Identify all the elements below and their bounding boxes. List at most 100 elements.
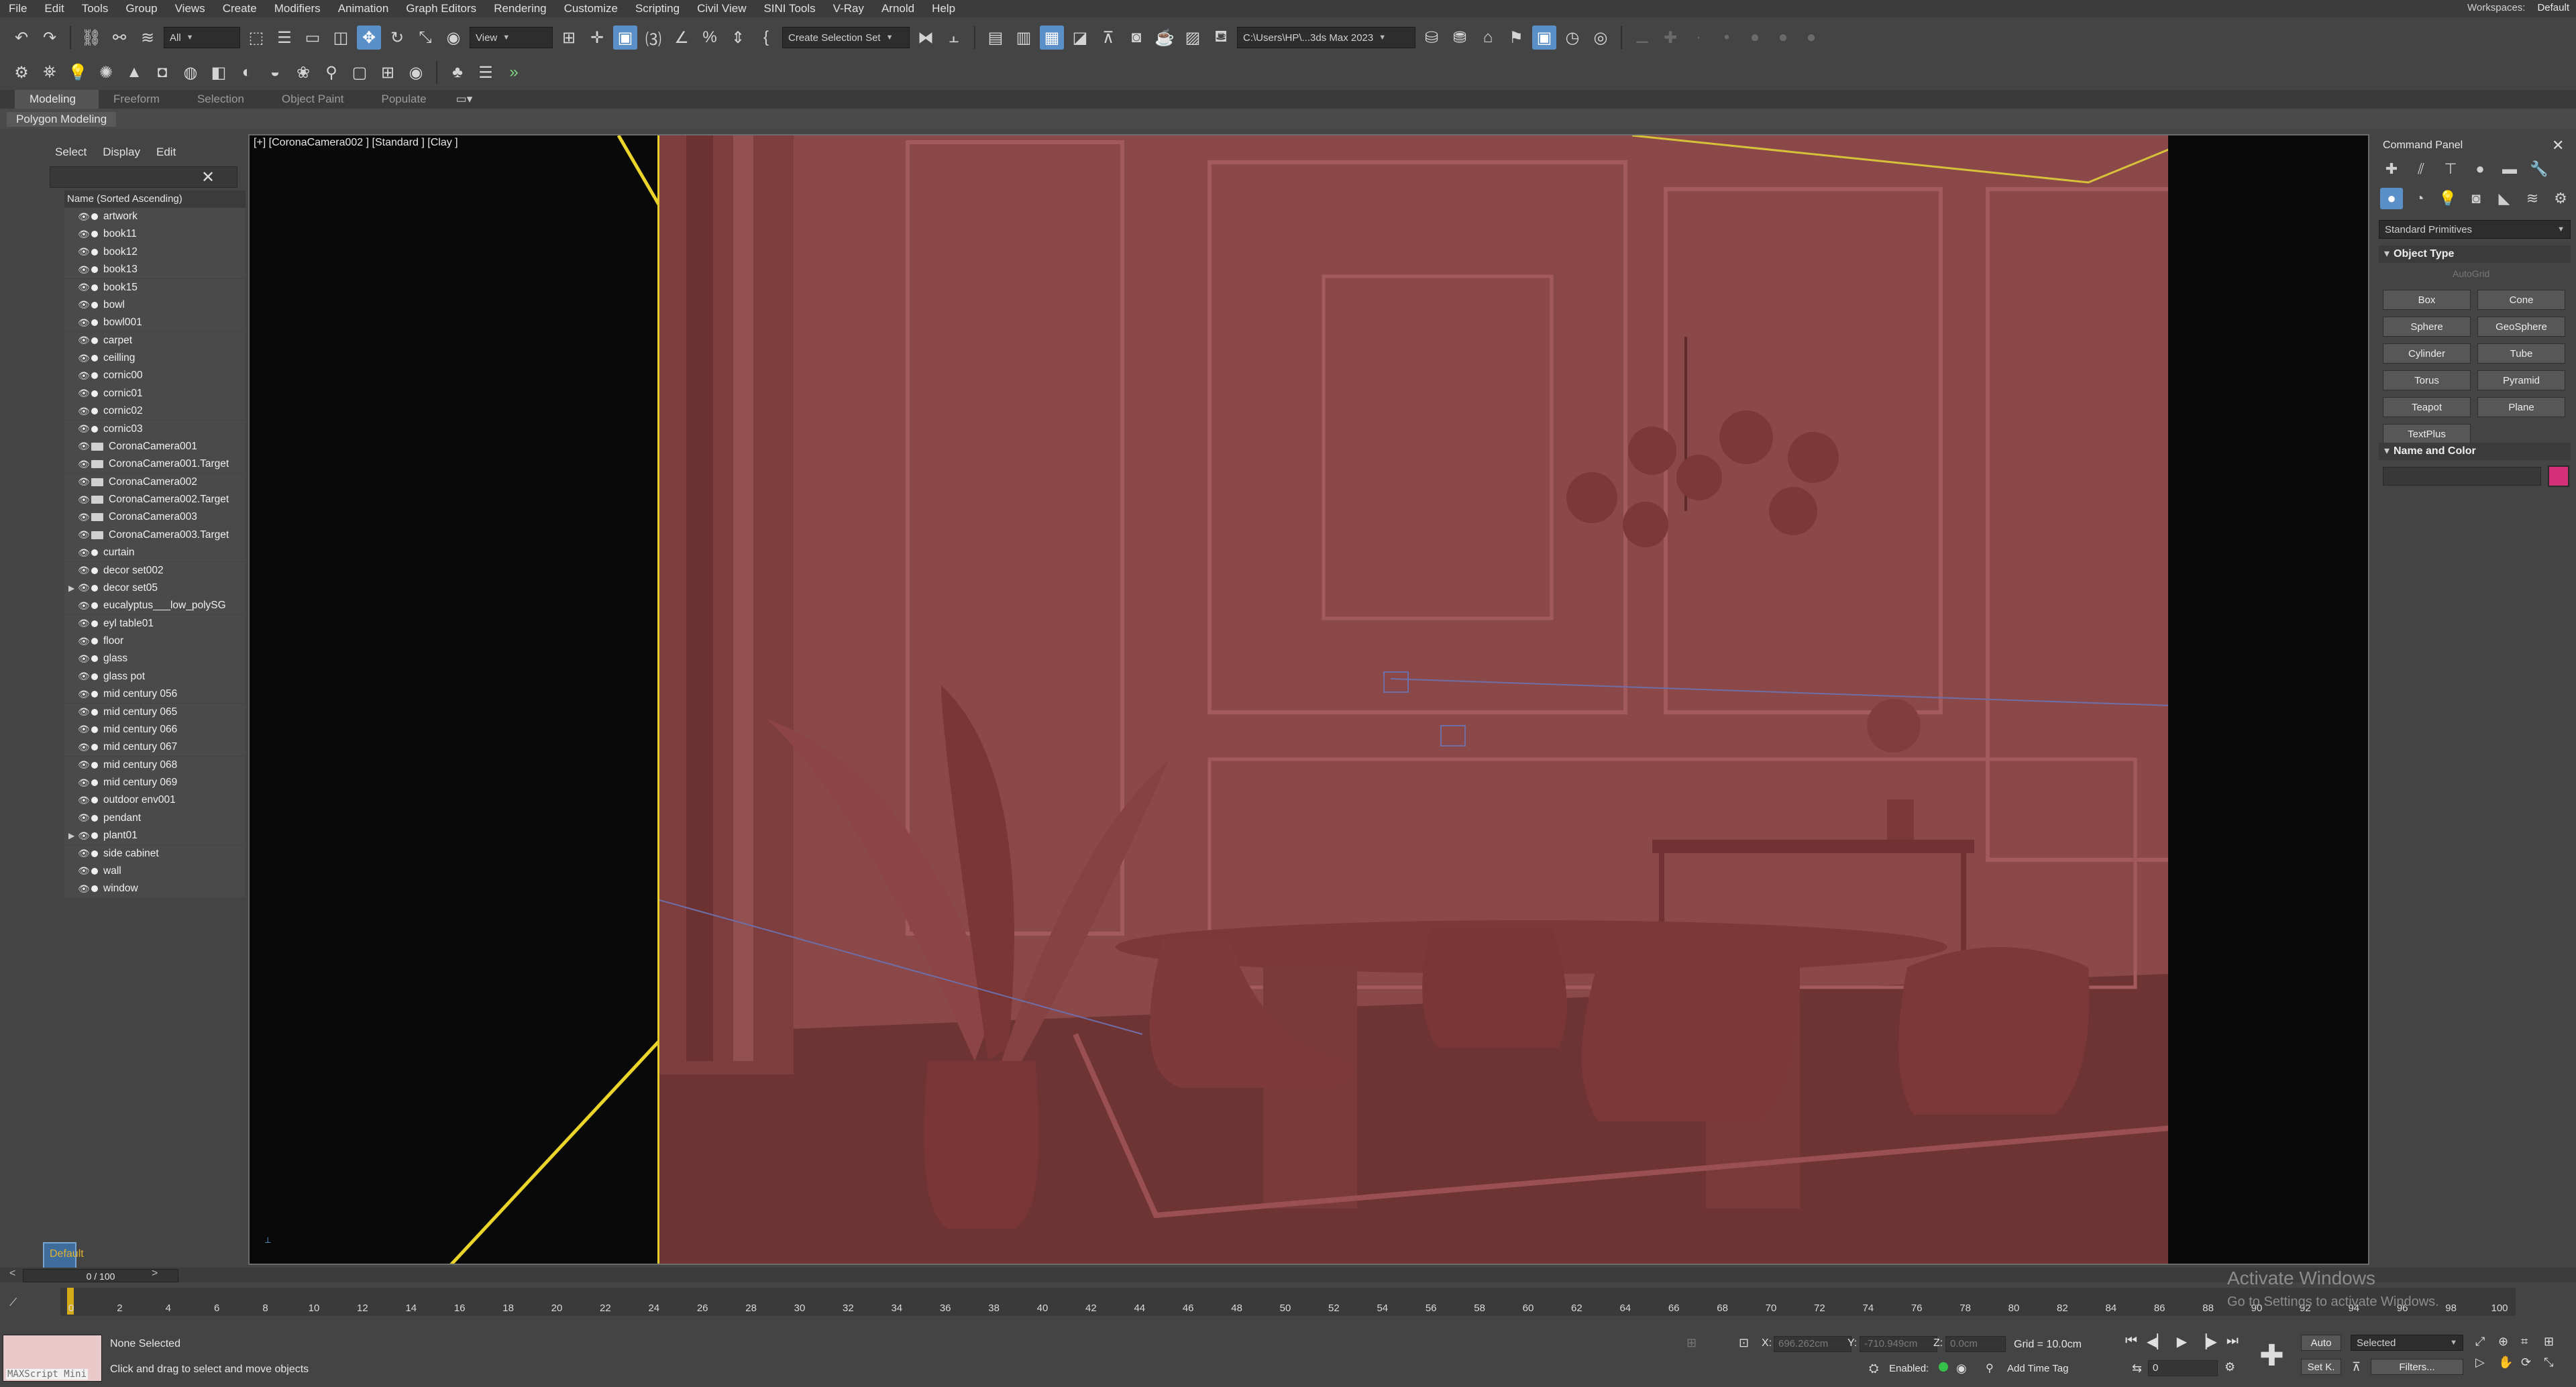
scene-object-row[interactable]: 👁 CoronaCamera003 [64,508,246,526]
scene-object-row[interactable]: 👁 bowl [64,296,246,315]
corona-volume-icon[interactable]: ◒ [263,60,287,85]
keyboard-shortcut-override-icon[interactable]: ▣ [613,25,637,50]
menu-arnold[interactable]: Arnold [873,2,923,15]
corona-fur-icon[interactable]: ◐ [235,60,259,85]
scene-object-row[interactable]: 👁 CoronaCamera003.Target [64,526,246,544]
visibility-eye-icon[interactable]: 👁 [78,883,90,895]
menu-group[interactable]: Group [117,2,166,15]
named-selection-dropdown[interactable]: Create Selection Set ▼ [782,27,910,48]
corona-grid-icon[interactable]: ⊞ [376,60,400,85]
zoom-icon[interactable]: ⤢ [2475,1335,2498,1349]
scene-object-row[interactable]: 👁 CoronaCamera001.Target [64,455,246,474]
y-coordinate-field[interactable]: -710.949cm [1860,1336,1937,1352]
scene-object-row[interactable]: 👁 curtain [64,544,246,562]
cylinder-button[interactable]: Cylinder [2383,343,2471,364]
visibility-eye-icon[interactable]: 👁 [78,706,90,718]
expand-arrow-icon[interactable]: ▶ [68,831,74,840]
primitive-type-dropdown[interactable]: Standard Primitives ▼ [2379,220,2571,239]
cameras-category-icon[interactable]: ◙ [2465,188,2487,209]
menu-modifiers[interactable]: Modifiers [266,2,329,15]
workspace-value[interactable]: Default [2537,2,2569,13]
corona-interactive-icon[interactable]: ⛯ [38,60,62,85]
scene-object-row[interactable]: 👁 eyl table01 [64,614,246,632]
set-key-mode-button[interactable]: Set K. [2301,1359,2341,1375]
go-to-start-icon[interactable]: ⏮ [2125,1333,2137,1350]
menu-create[interactable]: Create [214,2,266,15]
select-manipulate-icon[interactable]: ✛ [585,25,609,50]
scene-object-row[interactable]: 👁 outdoor env001 [64,791,246,810]
corona-camera-icon[interactable]: ◘ [150,60,174,85]
key-mode-icon[interactable]: ⊼ [2352,1360,2361,1374]
scene-object-row[interactable]: 👁 mid century 066 [64,720,246,739]
menu-customize[interactable]: Customize [555,2,627,15]
corona-eye-icon[interactable]: ◉ [404,60,428,85]
current-layer[interactable]: Default [43,1245,197,1264]
project-settings-icon[interactable]: ⚑ [1504,25,1528,50]
scene-object-row[interactable]: 👁 mid century 069 [64,774,246,792]
x-coordinate-field[interactable]: 696.262cm [1774,1336,1851,1352]
scene-object-row[interactable]: ▶ 👁 decor set05 [64,579,246,598]
pyramid-button[interactable]: Pyramid [2477,370,2565,390]
visibility-eye-icon[interactable]: 👁 [78,689,90,700]
menu-scripting[interactable]: Scripting [627,2,688,15]
scene-object-row[interactable]: 👁 glass pot [64,667,246,685]
visibility-eye-icon[interactable]: 👁 [78,582,90,594]
visibility-eye-icon[interactable]: 👁 [78,282,90,293]
add-time-tag[interactable]: Add Time Tag [2007,1363,2068,1374]
menu-tools[interactable]: Tools [73,2,117,15]
visibility-eye-icon[interactable]: 👁 [78,653,90,665]
visibility-eye-icon[interactable]: 👁 [78,264,90,276]
project-folder-dropdown[interactable]: C:\Users\HP\...3ds Max 2023 ▼ [1237,27,1415,48]
zoom-extents-icon[interactable]: ⌗ [2521,1335,2544,1349]
rectangular-selection-icon[interactable]: ▭ [301,25,325,50]
next-frame-icon[interactable]: ▕▶ [2196,1333,2217,1350]
scene-object-row[interactable]: 👁 artwork [64,208,246,226]
select-rotate-icon[interactable]: ↻ [385,25,409,50]
visibility-eye-icon[interactable]: 👁 [78,759,90,771]
clear-search-icon[interactable]: ✕ [201,168,215,187]
menu-civil-view[interactable]: Civil View [688,2,755,15]
menu-animation[interactable]: Animation [329,2,398,15]
selection-lock-icon[interactable]: ◉ [1956,1362,1967,1376]
scene-object-row[interactable]: 👁 mid century 068 [64,756,246,774]
visibility-eye-icon[interactable]: 👁 [78,547,90,559]
orbit-icon[interactable]: ⟳ [2521,1355,2544,1370]
visibility-eye-icon[interactable]: 👁 [78,512,90,523]
ribbon-tab-populate[interactable]: Populate [367,90,449,109]
geometry-category-icon[interactable]: ● [2380,188,2403,209]
corona-displacement-icon[interactable]: ◧ [207,60,231,85]
expand-chevrons-icon[interactable]: » [502,60,526,85]
tube-button[interactable]: Tube [2477,343,2565,364]
hierarchy-tab-icon[interactable]: ⊤ [2439,158,2462,180]
autogrid-checkbox[interactable]: AutoGrid [2453,268,2489,279]
key-filters-button[interactable]: Filters... [2371,1359,2463,1375]
scene-object-row[interactable]: 👁 book11 [64,225,246,243]
zoom-extents-all-icon[interactable]: ⊞ [2544,1335,2567,1349]
motion-tab-icon[interactable]: ● [2469,158,2491,180]
scene-object-row[interactable]: 👁 mid century 056 [64,685,246,704]
edit-named-selection-icon[interactable]: { [754,25,778,50]
explorer-menu-display[interactable]: Display [103,146,150,159]
menu-sini-tools[interactable]: SINI Tools [755,2,824,15]
create-tab-icon[interactable]: ✚ [2380,158,2403,180]
select-scale-icon[interactable]: ⤡ [413,25,437,50]
slider-next-icon[interactable]: > [152,1268,158,1280]
toggle-ribbon-icon[interactable]: ▦ [1040,25,1064,50]
project-save-icon[interactable]: ⛃ [1448,25,1472,50]
link-icon[interactable]: ⛓ [79,25,103,50]
menu-help[interactable]: Help [923,2,964,15]
visibility-eye-icon[interactable]: 👁 [78,388,90,399]
vray-frame-buffer-icon[interactable]: ▣ [1532,25,1556,50]
reference-coordinate-dropdown[interactable]: View ▼ [470,27,553,48]
scene-object-row[interactable]: 👁 cornic01 [64,384,246,402]
go-to-end-icon[interactable]: ⏭ [2226,1333,2239,1350]
corona-material-icon[interactable]: ◍ [178,60,203,85]
layer-explorer-icon[interactable]: ▥ [1012,25,1036,50]
corona-proxy-icon[interactable]: ▲ [122,60,146,85]
scene-object-row[interactable]: 👁 glass [64,650,246,668]
object-type-rollout[interactable]: Object Type [2379,245,2571,263]
lock-icon[interactable]: ⊞ [1686,1336,1697,1350]
visibility-eye-icon[interactable]: 👁 [78,565,90,576]
scene-object-row[interactable]: 👁 pendant [64,809,246,827]
snaps-toggle-icon[interactable]: ⑶ [641,25,665,50]
